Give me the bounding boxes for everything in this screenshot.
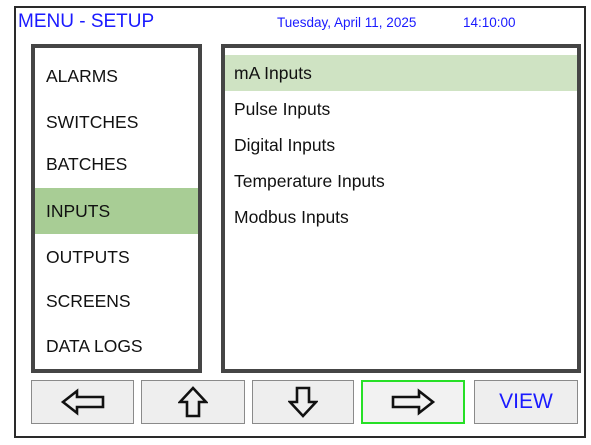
arrow-left-icon (60, 388, 104, 416)
setup-menu-panel: ALARMS SWITCHES BATCHES INPUTS OUTPUTS S… (31, 44, 202, 373)
submenu-item-temperature-inputs[interactable]: Temperature Inputs (225, 163, 577, 199)
submenu-item-ma-inputs[interactable]: mA Inputs (225, 55, 577, 91)
up-button[interactable] (141, 380, 245, 424)
menu-item-outputs[interactable]: OUTPUTS (35, 234, 198, 280)
menu-item-batches[interactable]: BATCHES (35, 141, 198, 187)
submenu-item-pulse-inputs[interactable]: Pulse Inputs (225, 91, 577, 127)
menu-item-data-logs[interactable]: DATA LOGS (35, 323, 198, 369)
right-button[interactable] (361, 380, 465, 424)
header-time: 14:10:00 (463, 15, 516, 30)
arrow-right-icon (391, 388, 436, 416)
submenu-item-modbus-inputs[interactable]: Modbus Inputs (225, 199, 577, 235)
page-title: MENU - SETUP (18, 11, 155, 32)
inputs-submenu-panel: mA Inputs Pulse Inputs Digital Inputs Te… (221, 44, 581, 373)
down-button[interactable] (252, 380, 354, 424)
menu-item-switches[interactable]: SWITCHES (35, 99, 198, 145)
view-button[interactable]: VIEW (474, 380, 578, 424)
arrow-down-icon (288, 386, 318, 418)
submenu-item-digital-inputs[interactable]: Digital Inputs (225, 127, 577, 163)
left-button[interactable] (31, 380, 134, 424)
menu-item-screens[interactable]: SCREENS (35, 278, 198, 324)
arrow-up-icon (178, 386, 208, 418)
menu-item-alarms[interactable]: ALARMS (35, 53, 198, 99)
header-date: Tuesday, April 11, 2025 (277, 15, 417, 30)
menu-item-inputs[interactable]: INPUTS (35, 188, 198, 234)
